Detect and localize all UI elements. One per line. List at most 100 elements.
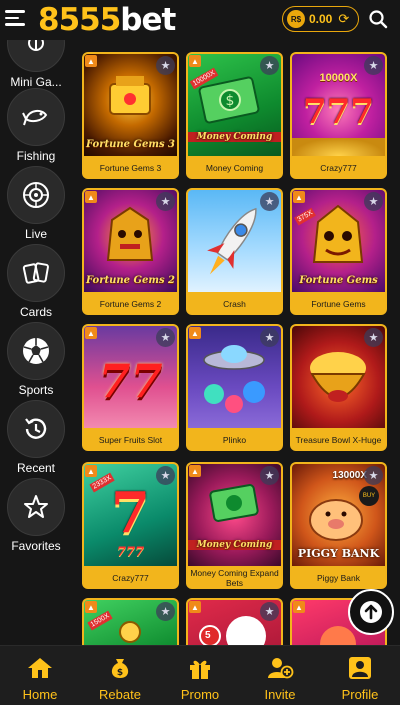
logo-digits: 8555 xyxy=(38,2,121,38)
game-name: Super Fruits Slot xyxy=(98,434,163,445)
arrow-up-icon xyxy=(360,601,382,623)
sidebar-item-favorites[interactable]: Favorites xyxy=(0,478,72,553)
invite-user-icon xyxy=(268,658,294,679)
menu-icon[interactable] xyxy=(5,10,25,30)
search-icon[interactable] xyxy=(368,9,388,29)
nav-label: Invite xyxy=(264,687,296,702)
favorite-star-icon[interactable]: ★ xyxy=(364,466,383,485)
game-name: Fortune Gems xyxy=(311,298,366,309)
category-sidebar: Mini Ga... Fishing Live Cards Sports Rec… xyxy=(0,14,72,645)
game-name: Crash xyxy=(223,298,246,309)
game-art-title: Money Coming xyxy=(188,132,281,142)
sidebar-item-label: Cards xyxy=(19,305,52,319)
multiplier-badge: 13000X xyxy=(332,470,367,481)
sidebar-item-label: Sports xyxy=(18,383,54,397)
game-card[interactable]: Fortune Gems 3 ▲ ★ Fortune Gems 3 xyxy=(82,52,179,179)
favorite-star-icon[interactable]: ★ xyxy=(260,328,279,347)
favorite-star-icon[interactable]: ★ xyxy=(260,466,279,485)
hot-badge-icon: ▲ xyxy=(85,191,97,203)
sidebar-item-recent[interactable]: Recent xyxy=(0,400,72,475)
coins-art xyxy=(292,138,385,156)
svg-text:$: $ xyxy=(117,668,123,678)
nav-home[interactable]: Home xyxy=(0,646,80,705)
favorite-star-icon[interactable]: ★ xyxy=(156,56,175,75)
game-card[interactable]: 77 ▲ ★ Super Fruits Slot xyxy=(82,324,179,451)
top-header: 8555bet R$ 0.00 ⟳ xyxy=(0,0,400,40)
balance-pill[interactable]: R$ 0.00 ⟳ xyxy=(282,6,359,32)
balance-value: 0.00 xyxy=(309,12,333,26)
scroll-to-top-button[interactable] xyxy=(348,589,394,635)
favorite-star-icon[interactable]: ★ xyxy=(364,56,383,75)
game-art-title: Fortune Gems 2 xyxy=(85,275,176,286)
svg-text:$: $ xyxy=(226,93,235,109)
game-card[interactable]: $ 10000X Money Coming ▲ ★ Money Coming xyxy=(186,52,283,179)
brand-logo[interactable]: 8555bet xyxy=(38,2,176,38)
hot-badge-icon: ▲ xyxy=(85,465,97,477)
game-art-title: Fortune Gems 3 xyxy=(85,139,176,150)
nav-promo[interactable]: Promo xyxy=(160,646,240,705)
hot-badge-icon: ▲ xyxy=(85,601,97,613)
hot-badge-icon: ▲ xyxy=(189,465,201,477)
favorite-star-icon[interactable]: ★ xyxy=(156,192,175,211)
game-name: Fortune Gems 3 xyxy=(99,162,162,173)
sidebar-item-fishing[interactable]: Fishing xyxy=(0,88,72,163)
sidebar-item-live[interactable]: Live xyxy=(0,166,72,241)
sevens-art: 7 xyxy=(111,480,150,546)
game-art-title: Fortune Gems xyxy=(299,275,378,286)
game-card[interactable]: ▲ ★ Plinko xyxy=(186,324,283,451)
favorite-star-icon[interactable]: ★ xyxy=(364,192,383,211)
refresh-icon[interactable]: ⟳ xyxy=(338,11,349,27)
history-icon xyxy=(7,400,65,458)
game-card[interactable]: 2333X 7 777 ▲ ★ Crazy777 xyxy=(82,462,179,589)
game-card[interactable]: ★ Crash xyxy=(186,188,283,315)
bottom-navigation: Home $ Rebate Promo Invite Profile xyxy=(0,645,400,705)
favorite-star-icon[interactable]: ★ xyxy=(260,602,279,621)
game-name: Plinko xyxy=(222,434,247,445)
gift-icon xyxy=(190,660,210,679)
profile-icon xyxy=(349,657,371,679)
sidebar-item-label: Favorites xyxy=(11,539,61,553)
favorite-star-icon[interactable]: ★ xyxy=(156,328,175,347)
nav-profile[interactable]: Profile xyxy=(320,646,400,705)
favorite-star-icon[interactable]: ★ xyxy=(156,602,175,621)
logo-word: bet xyxy=(120,2,176,38)
fish-icon xyxy=(7,88,65,146)
star-icon xyxy=(7,478,65,536)
game-card[interactable]: ★ Treasure Bowl X-Huge xyxy=(290,324,387,451)
roulette-icon xyxy=(7,166,65,224)
game-name: Piggy Bank xyxy=(317,572,360,583)
hot-badge-icon: ▲ xyxy=(189,601,201,613)
game-name: Fortune Gems 2 xyxy=(99,298,162,309)
hot-badge-icon: ▲ xyxy=(85,55,97,67)
sidebar-item-label: Fishing xyxy=(16,149,56,163)
game-name: Crazy777 xyxy=(112,572,149,583)
game-art-title: Money Coming xyxy=(188,540,281,550)
sevens-art: 777 xyxy=(303,92,374,132)
game-card[interactable]: 375X Fortune Gems ▲ ★ Fortune Gems xyxy=(290,188,387,315)
game-card[interactable]: 10000X 777 ★ Crazy777 xyxy=(290,52,387,179)
game-card[interactable]: 13000X BUY PIGGY BANK ★ Piggy Bank xyxy=(290,462,387,589)
sidebar-item-cards[interactable]: Cards xyxy=(0,244,72,319)
game-name: Treasure Bowl X-Huge xyxy=(295,434,382,445)
nav-label: Promo xyxy=(180,687,220,702)
favorite-star-icon[interactable]: ★ xyxy=(156,466,175,485)
hot-badge-icon: ▲ xyxy=(85,327,97,339)
home-icon xyxy=(28,658,52,678)
favorite-star-icon[interactable]: ★ xyxy=(260,192,279,211)
game-name: Money Coming Expand Bets xyxy=(190,567,279,588)
sevens-art: 77 xyxy=(98,354,163,408)
money-bag-icon: $ xyxy=(111,659,129,678)
game-name: Crazy777 xyxy=(320,162,357,173)
game-card[interactable]: Money Coming ▲ ★ Money Coming Expand Bet… xyxy=(186,462,283,589)
nav-invite[interactable]: Invite xyxy=(240,646,320,705)
nav-label: Home xyxy=(22,687,58,702)
favorite-star-icon[interactable]: ★ xyxy=(260,56,279,75)
hot-badge-icon: ▲ xyxy=(189,55,201,67)
hot-badge-icon: ▲ xyxy=(189,327,201,339)
sidebar-item-sports[interactable]: Sports xyxy=(0,322,72,397)
game-art-number: 5 xyxy=(205,630,211,641)
game-art-title: 777 xyxy=(116,545,145,560)
game-card[interactable]: Fortune Gems 2 ▲ ★ Fortune Gems 2 xyxy=(82,188,179,315)
nav-rebate[interactable]: $ Rebate xyxy=(80,646,160,705)
favorite-star-icon[interactable]: ★ xyxy=(364,328,383,347)
